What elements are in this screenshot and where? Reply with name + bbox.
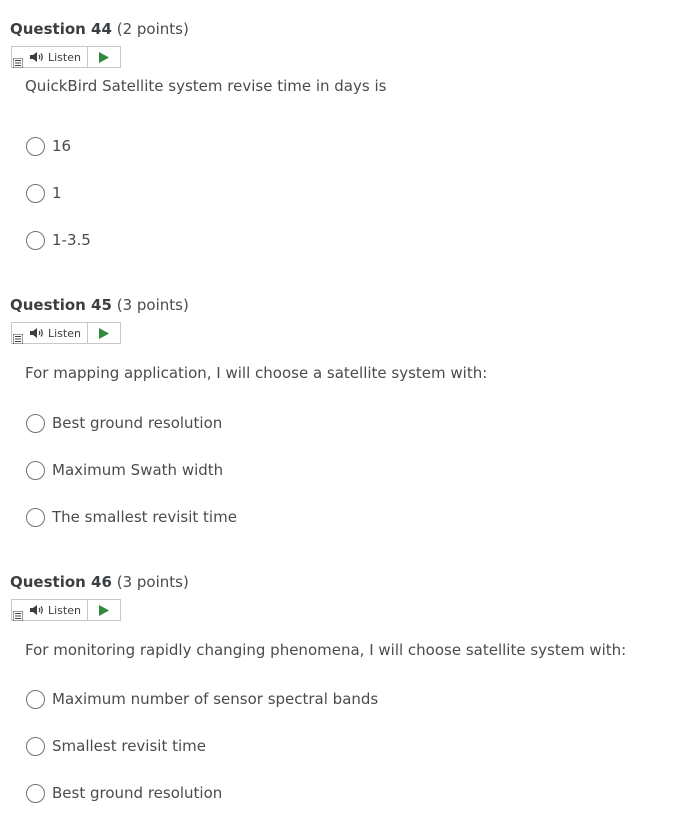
- question-title: Question 44: [10, 20, 112, 38]
- radio-button[interactable]: [26, 183, 45, 203]
- menu-icon[interactable]: [13, 58, 23, 68]
- play-button[interactable]: [88, 47, 120, 67]
- question-heading: Question 44 (2 points): [10, 19, 189, 39]
- radio-button[interactable]: [26, 783, 45, 803]
- answer-option[interactable]: 16: [26, 135, 71, 157]
- option-label: Maximum Swath width: [52, 461, 224, 479]
- option-label: 1: [52, 184, 62, 202]
- answer-option[interactable]: 1-3.5: [26, 229, 91, 251]
- speaker-icon: [30, 52, 43, 62]
- answer-option[interactable]: Best ground resolution: [26, 412, 222, 434]
- listen-label: Listen: [48, 326, 81, 340]
- play-icon: [98, 51, 109, 63]
- question-title: Question 45: [10, 296, 112, 314]
- option-label: Best ground resolution: [52, 784, 223, 802]
- question-points: (3 points): [116, 573, 189, 591]
- question-points: (2 points): [116, 20, 189, 38]
- question-text: For monitoring rapidly changing phenomen…: [25, 641, 627, 659]
- option-label: Smallest revisit time: [52, 737, 206, 755]
- question-points: (3 points): [116, 296, 189, 314]
- question-heading: Question 45 (3 points): [10, 295, 189, 315]
- play-icon: [98, 327, 109, 339]
- radio-button[interactable]: [26, 507, 45, 527]
- radio-button[interactable]: [26, 736, 45, 756]
- answer-option[interactable]: 1: [26, 182, 62, 204]
- play-button[interactable]: [88, 323, 120, 343]
- question-title: Question 46: [10, 573, 112, 591]
- listen-widget: Listen: [11, 322, 121, 344]
- option-label: 16: [52, 137, 72, 155]
- listen-button[interactable]: Listen: [12, 600, 88, 620]
- radio-button[interactable]: [26, 230, 45, 250]
- answer-option[interactable]: Maximum Swath width: [26, 459, 223, 481]
- option-label: 1-3.5: [52, 231, 91, 249]
- option-label: Maximum number of sensor spectral bands: [52, 690, 379, 708]
- answer-option[interactable]: Maximum number of sensor spectral bands: [26, 688, 378, 710]
- menu-icon[interactable]: [13, 611, 23, 621]
- radio-button[interactable]: [26, 413, 45, 433]
- radio-button[interactable]: [26, 136, 45, 156]
- radio-button[interactable]: [26, 460, 45, 480]
- answer-option[interactable]: Smallest revisit time: [26, 735, 206, 757]
- option-label: Best ground resolution: [52, 414, 223, 432]
- menu-icon[interactable]: [13, 334, 23, 344]
- listen-label: Listen: [48, 603, 81, 617]
- listen-widget: Listen: [11, 599, 121, 621]
- listen-widget: Listen: [11, 46, 121, 68]
- answer-option[interactable]: Best ground resolution: [26, 782, 222, 804]
- option-label: The smallest revisit time: [52, 508, 237, 526]
- answer-option[interactable]: The smallest revisit time: [26, 506, 237, 528]
- speaker-icon: [30, 605, 43, 615]
- question-text: For mapping application, I will choose a…: [25, 364, 488, 382]
- radio-button[interactable]: [26, 689, 45, 709]
- listen-label: Listen: [48, 50, 81, 64]
- question-heading: Question 46 (3 points): [10, 572, 189, 592]
- question-text: QuickBird Satellite system revise time i…: [25, 77, 387, 95]
- listen-button[interactable]: Listen: [12, 323, 88, 343]
- listen-button[interactable]: Listen: [12, 47, 88, 67]
- speaker-icon: [30, 328, 43, 338]
- play-icon: [98, 604, 109, 616]
- play-button[interactable]: [88, 600, 120, 620]
